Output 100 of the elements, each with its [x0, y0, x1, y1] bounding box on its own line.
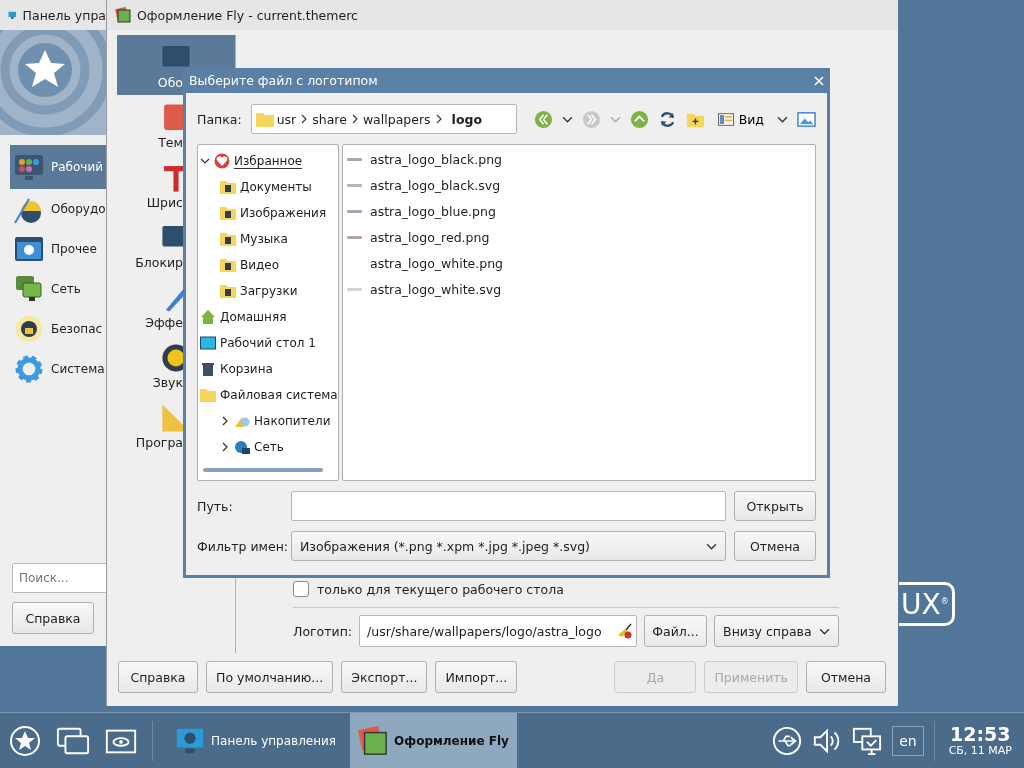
- file-item[interactable]: astra_logo_blue.png: [347, 198, 815, 224]
- section-label: Эффе: [144, 314, 183, 330]
- category-label: Сеть: [51, 282, 81, 296]
- taskbar-task[interactable]: Оформление Fly: [350, 713, 517, 768]
- path-field[interactable]: [291, 491, 726, 521]
- folder-icon: [220, 231, 236, 247]
- folder-icon: [255, 111, 274, 127]
- category-item[interactable]: Прочее: [10, 229, 106, 269]
- view-button[interactable]: Вид: [713, 106, 768, 132]
- category-item[interactable]: Оборудо: [10, 189, 106, 229]
- start-icon[interactable]: [8, 724, 42, 757]
- open-button[interactable]: Открыть: [734, 491, 816, 521]
- file-item[interactable]: astra_logo_white.png: [347, 250, 815, 276]
- places-item[interactable]: Сеть: [200, 434, 338, 460]
- search-field[interactable]: Поиск...: [12, 563, 106, 593]
- folder-icon: [220, 257, 236, 273]
- folder-icon: [220, 179, 236, 195]
- file-item[interactable]: astra_logo_black.svg: [347, 172, 815, 198]
- category-label: Прочее: [51, 242, 97, 256]
- folder-icon: [220, 283, 236, 299]
- places-item[interactable]: Накопители: [200, 408, 338, 434]
- section-label: Обо: [156, 74, 183, 90]
- position-dropdown[interactable]: Внизу справа: [714, 615, 840, 647]
- caret-icon[interactable]: [561, 115, 573, 123]
- close-icon[interactable]: [814, 75, 824, 86]
- section-label: Тем: [157, 134, 183, 150]
- dialog-button[interactable]: Импорт...: [435, 661, 518, 693]
- taskbar-task[interactable]: Панель управления: [167, 713, 345, 768]
- home-icon: [200, 309, 216, 325]
- network-icon: [234, 439, 250, 455]
- window-title: Оформление Fly - current.themerc: [137, 7, 358, 23]
- places-item[interactable]: Музыка: [200, 226, 338, 252]
- category-item[interactable]: Сеть: [10, 269, 106, 309]
- folder-icon: [200, 387, 216, 403]
- places-item[interactable]: Файловая система: [200, 382, 338, 408]
- section-label: Програ: [134, 434, 183, 450]
- dialog-button[interactable]: Отмена: [806, 661, 886, 693]
- file-item[interactable]: astra_logo_white.svg: [347, 276, 815, 302]
- clock-date: СБ, 11 МАР: [948, 743, 1012, 757]
- places-item[interactable]: Корзина: [200, 356, 338, 382]
- cancel-button[interactable]: Отмена: [734, 531, 816, 561]
- chevron-icon[interactable]: [220, 442, 230, 452]
- filter-dropdown[interactable]: Изображения (*.png *.xpm *.jpg *.jpeg *.svg): [291, 531, 726, 561]
- category-icon: [13, 313, 45, 345]
- keyboard-layout-button[interactable]: en: [892, 725, 924, 756]
- breadcrumb-item[interactable]: wallpapers: [362, 111, 431, 127]
- file-item[interactable]: astra_logo_red.png: [347, 224, 815, 250]
- category-label: Безопас: [51, 322, 103, 336]
- places-item[interactable]: Загрузки: [200, 278, 338, 304]
- heart-icon: [214, 153, 230, 169]
- category-item[interactable]: Рабочий: [10, 145, 106, 189]
- trash-icon: [200, 361, 216, 377]
- dialog-button[interactable]: По умолчанию...: [206, 661, 334, 693]
- places-item[interactable]: Домашняя: [200, 304, 338, 330]
- folder-label: Папка:: [197, 111, 242, 127]
- window-title: Панель упра: [22, 7, 106, 23]
- caret-icon: [819, 627, 831, 635]
- chevron-icon: [435, 114, 442, 124]
- places-item[interactable]: Документы: [200, 174, 338, 200]
- dialog-button[interactable]: Экспорт...: [341, 661, 428, 693]
- file-item[interactable]: astra_logo_black.png: [347, 146, 815, 172]
- chevron-icon[interactable]: [200, 156, 210, 166]
- category-label: Оборудо: [51, 202, 106, 216]
- view-icon: [717, 112, 734, 126]
- section-label: Звук: [151, 374, 183, 390]
- places-item[interactable]: Изображения: [200, 200, 338, 226]
- broom-icon[interactable]: [616, 623, 633, 639]
- category-label: Система: [51, 362, 105, 376]
- category-item[interactable]: Безопас: [10, 309, 106, 349]
- network-icon[interactable]: [852, 725, 883, 756]
- places-item[interactable]: Рабочий стол 1: [200, 330, 338, 356]
- places-item[interactable]: Избранное: [200, 148, 338, 174]
- checkbox[interactable]: [293, 581, 309, 597]
- category-item[interactable]: Система: [10, 349, 106, 389]
- logo-path-field[interactable]: /usr/share/wallpapers/logo/astra_logo: [359, 615, 638, 647]
- caret-icon: [706, 542, 717, 550]
- section-label: Шрис: [145, 194, 183, 210]
- app-icon: [358, 725, 389, 756]
- caret-icon[interactable]: [777, 115, 788, 123]
- checkbox-label: только для текущего рабочего стола: [317, 581, 564, 597]
- places-item[interactable]: Видео: [200, 252, 338, 278]
- help-button[interactable]: Справка: [12, 602, 94, 634]
- logo-label: Логотип:: [293, 623, 353, 639]
- breadcrumb-item[interactable]: logo: [451, 111, 482, 127]
- window-app-icon: [115, 7, 131, 23]
- desktop-icon: [200, 335, 216, 351]
- usb-icon[interactable]: [772, 725, 803, 756]
- breadcrumb-item[interactable]: share: [312, 111, 347, 127]
- chevron-icon[interactable]: [220, 416, 230, 426]
- path-label: Путь:: [197, 498, 234, 514]
- clock-time: 12:53: [950, 724, 1011, 744]
- file-button[interactable]: Файл...: [644, 615, 708, 647]
- section-label: Блокир: [134, 254, 183, 270]
- preview-icon[interactable]: [797, 109, 816, 129]
- dialog-button[interactable]: Справка: [118, 661, 198, 693]
- chevron-icon: [301, 114, 308, 124]
- scrollbar[interactable]: [203, 468, 323, 472]
- gear-icon: [13, 353, 45, 385]
- chevron-icon: [351, 114, 358, 124]
- breadcrumb-item[interactable]: usr: [276, 111, 297, 127]
